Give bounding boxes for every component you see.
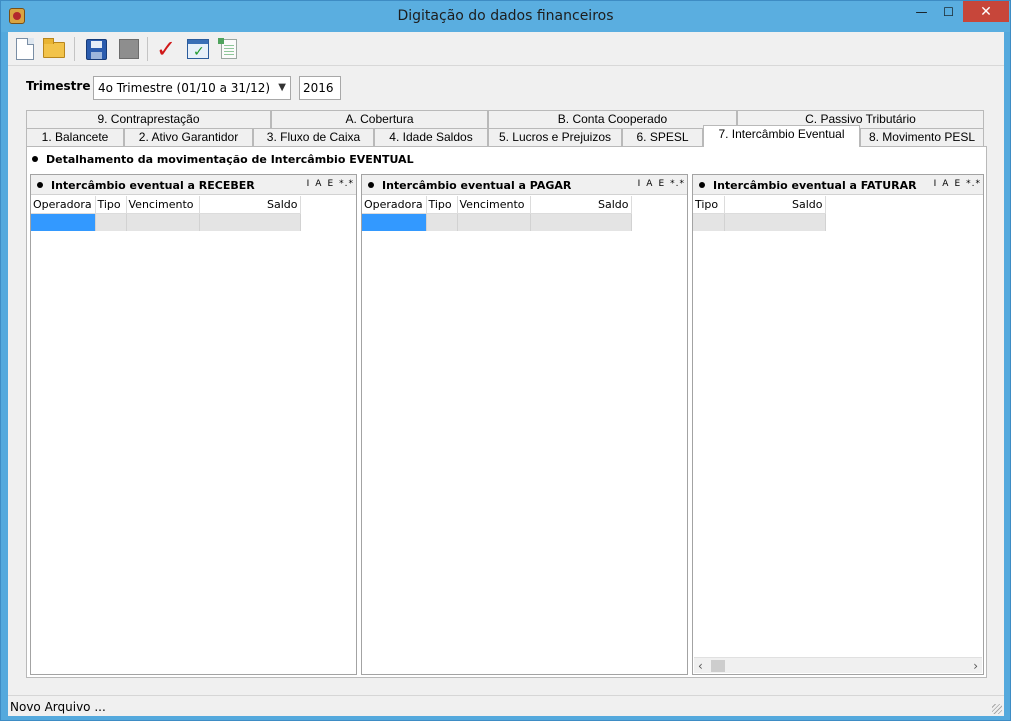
- toolbar: ✓ ✓: [8, 32, 1004, 66]
- app-window: Digitação do dados financeiros — ☐ ✕ ✓ ✓…: [0, 0, 1011, 721]
- tab-fluxo-de-caixa[interactable]: 3. Fluxo de Caixa: [253, 128, 374, 146]
- column-header[interactable]: Vencimento: [457, 196, 531, 214]
- faturar-tools: I A E *.*: [929, 179, 981, 189]
- checkmark-icon[interactable]: ✓: [153, 36, 179, 62]
- faturar-grid[interactable]: Tipo Saldo: [693, 196, 826, 231]
- filter-button[interactable]: *.*: [966, 179, 981, 189]
- filter-button[interactable]: *.*: [339, 179, 354, 189]
- client-area: ✓ ✓ Trimestre 4o Trimestre (01/10 a 31/1…: [8, 32, 1004, 716]
- column-header[interactable]: Tipo: [693, 196, 725, 214]
- trimestre-label: Trimestre: [26, 79, 91, 93]
- table-cell[interactable]: [426, 213, 458, 231]
- tab-panel: Detalhamento da movimentação de Intercâm…: [26, 146, 987, 678]
- column-header[interactable]: Saldo: [199, 196, 301, 214]
- pagar-grid[interactable]: Operadora Tipo Vencimento Saldo: [362, 196, 632, 231]
- table-row[interactable]: [31, 213, 301, 231]
- table-cell[interactable]: [199, 213, 301, 231]
- spreadsheet-icon[interactable]: [216, 36, 242, 62]
- table-cell[interactable]: [530, 213, 632, 231]
- tab-ativo-garantidor[interactable]: 2. Ativo Garantidor: [124, 128, 253, 146]
- table-cell[interactable]: [693, 213, 725, 231]
- save-icon[interactable]: [83, 36, 109, 62]
- horizontal-scrollbar[interactable]: ‹ ›: [694, 657, 982, 673]
- receber-header: Intercâmbio eventual a RECEBER I A E *.*: [31, 175, 356, 195]
- new-file-icon[interactable]: [12, 36, 38, 62]
- tab-movimento-pesl[interactable]: 8. Movimento PESL: [860, 128, 984, 146]
- tab-contraprestacao[interactable]: 9. Contraprestação: [26, 110, 271, 128]
- scroll-right-icon[interactable]: ›: [973, 659, 978, 673]
- table-cell[interactable]: [724, 213, 826, 231]
- table-cell[interactable]: [457, 213, 531, 231]
- receber-grid[interactable]: Operadora Tipo Vencimento Saldo: [31, 196, 301, 231]
- column-header[interactable]: Vencimento: [126, 196, 200, 214]
- resize-grip-icon[interactable]: [992, 704, 1002, 714]
- tab-spesl[interactable]: 6. SPESL: [622, 128, 703, 146]
- tab-idade-saldos[interactable]: 4. Idade Saldos: [374, 128, 488, 146]
- tab-cobertura[interactable]: A. Cobertura: [271, 110, 488, 128]
- pagar-header: Intercâmbio eventual a PAGAR I A E *.*: [362, 175, 687, 195]
- insert-button[interactable]: I: [307, 179, 311, 189]
- faturar-section: Intercâmbio eventual a FATURAR I A E *.* Ti…: [692, 174, 984, 675]
- faturar-header: Intercâmbio eventual a FATURAR I A E *.*: [693, 175, 983, 195]
- status-bar: Novo Arquivo ...: [8, 695, 1004, 716]
- table-cell[interactable]: [126, 213, 200, 231]
- filter-button[interactable]: *.*: [670, 179, 685, 189]
- alter-button[interactable]: A: [315, 179, 322, 189]
- tab-balancete[interactable]: 1. Balancete: [26, 128, 124, 146]
- alter-button[interactable]: A: [942, 179, 949, 189]
- pagar-tools: I A E *.*: [633, 179, 685, 189]
- chevron-down-icon[interactable]: ▼: [278, 82, 286, 93]
- pagar-section: Intercâmbio eventual a PAGAR I A E *.* Oper…: [361, 174, 688, 675]
- exclude-button[interactable]: E: [327, 179, 334, 189]
- alter-button[interactable]: A: [646, 179, 653, 189]
- receber-section: Intercâmbio eventual a RECEBER I A E *.* Op…: [30, 174, 357, 675]
- calc-check-icon[interactable]: ✓: [184, 36, 210, 62]
- exclude-button[interactable]: E: [954, 179, 961, 189]
- column-header[interactable]: Operadora: [31, 196, 96, 214]
- tab-lucros-e-prejuizos[interactable]: 5. Lucros e Prejuizos: [488, 128, 622, 146]
- close-button[interactable]: ✕: [963, 1, 1009, 22]
- open-folder-icon[interactable]: [41, 36, 67, 62]
- scroll-thumb[interactable]: [711, 660, 725, 672]
- scroll-left-icon[interactable]: ‹: [698, 659, 703, 673]
- disabled-icon: [116, 36, 142, 62]
- tab-intercambio-eventual[interactable]: 7. Intercâmbio Eventual: [703, 125, 860, 147]
- window-title: Digitação do dados financeiros: [397, 8, 614, 24]
- exclude-button[interactable]: E: [658, 179, 665, 189]
- column-header[interactable]: Saldo: [724, 196, 826, 214]
- trimestre-selected-value: 4o Trimestre (01/10 a 31/12): [98, 81, 271, 95]
- table-row[interactable]: [693, 213, 826, 231]
- insert-button[interactable]: I: [934, 179, 938, 189]
- column-header[interactable]: Tipo: [95, 196, 127, 214]
- title-bar[interactable]: Digitação do dados financeiros — ☐ ✕: [1, 1, 1010, 32]
- status-text: Novo Arquivo ...: [10, 700, 106, 714]
- toolbar-separator: [147, 37, 148, 61]
- year-input[interactable]: 2016: [299, 76, 341, 100]
- table-row[interactable]: [362, 213, 632, 231]
- table-cell[interactable]: [31, 213, 96, 231]
- panel-title: Detalhamento da movimentação de Intercâm…: [31, 153, 414, 166]
- column-header[interactable]: Saldo: [530, 196, 632, 214]
- table-cell[interactable]: [362, 213, 427, 231]
- tab-conta-cooperado[interactable]: B. Conta Cooperado: [488, 110, 737, 128]
- toolbar-separator: [74, 37, 75, 61]
- trimestre-select[interactable]: 4o Trimestre (01/10 a 31/12) ▼: [93, 76, 291, 100]
- receber-tools: I A E *.*: [302, 179, 354, 189]
- insert-button[interactable]: I: [638, 179, 642, 189]
- table-cell[interactable]: [95, 213, 127, 231]
- maximize-button[interactable]: ☐: [935, 1, 962, 22]
- column-header[interactable]: Tipo: [426, 196, 458, 214]
- minimize-button[interactable]: —: [908, 1, 935, 22]
- column-header[interactable]: Operadora: [362, 196, 427, 214]
